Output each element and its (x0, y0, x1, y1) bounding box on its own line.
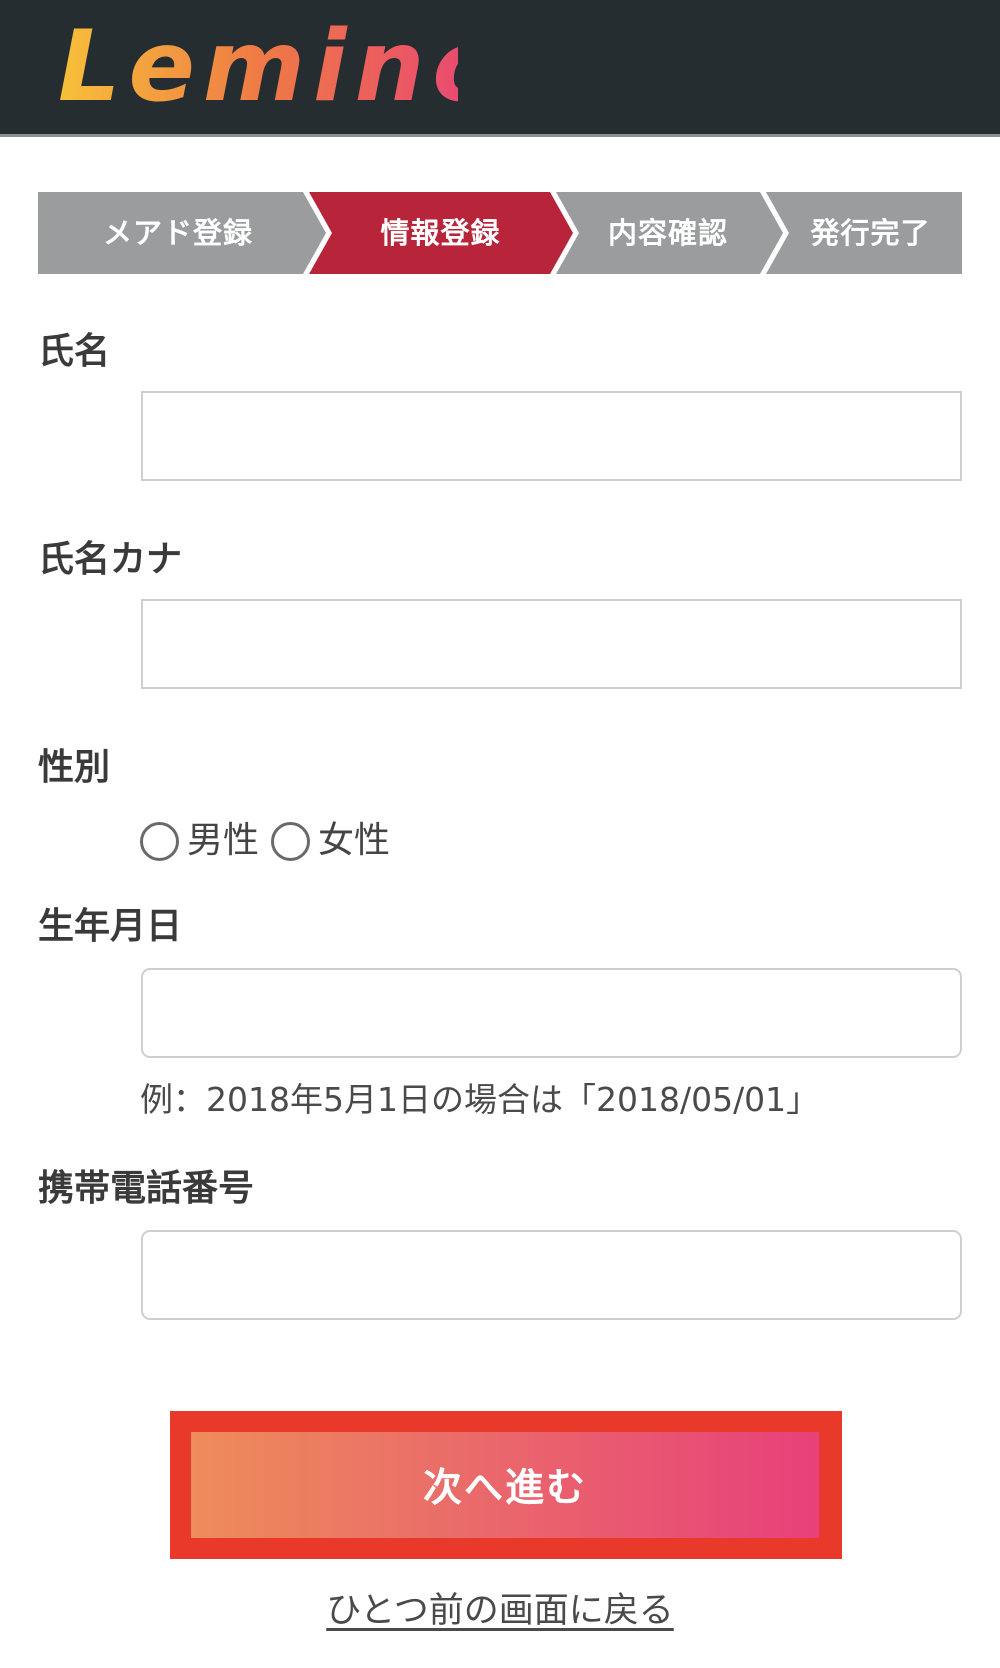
name-kana-label: 氏名カナ (38, 539, 183, 580)
logo-text: Lemino (58, 10, 458, 124)
gender-label: 性別 (38, 747, 111, 788)
gender-option-female[interactable]: 女性 (271, 819, 390, 863)
step-mail-registration: メアド登録 (102, 216, 253, 250)
step-info-registration: 情報登録 (380, 216, 501, 250)
gender-female-label: 女性 (318, 820, 391, 861)
lemino-logo: Lemino (58, 10, 458, 124)
birthday-input[interactable] (141, 968, 962, 1058)
progress-steps: メアド登録 情報登録 内容確認 発行完了 (38, 192, 962, 274)
app-header: Lemino (0, 0, 1000, 137)
radio-male[interactable] (140, 821, 179, 861)
step-confirm: 内容確認 (607, 216, 728, 250)
phone-input[interactable] (141, 1230, 962, 1320)
phone-label: 携帯電話番号 (38, 1168, 255, 1209)
gender-male-label: 男性 (187, 820, 260, 861)
back-link[interactable]: ひとつ前の画面に戻る (0, 1582, 1000, 1633)
birthday-label: 生年月日 (38, 906, 183, 947)
gender-option-male[interactable]: 男性 (140, 819, 259, 863)
birthday-hint: 例：2018年5月1日の場合は「2018/05/01」 (140, 1080, 820, 1119)
radio-female[interactable] (271, 821, 311, 861)
name-kana-input[interactable] (141, 599, 962, 689)
step-complete: 発行完了 (810, 216, 931, 250)
name-input[interactable] (141, 391, 962, 481)
name-label: 氏名 (38, 331, 111, 372)
next-button[interactable]: 次へ進む (191, 1432, 819, 1538)
gender-radio-group: 男性 女性 (140, 816, 402, 866)
